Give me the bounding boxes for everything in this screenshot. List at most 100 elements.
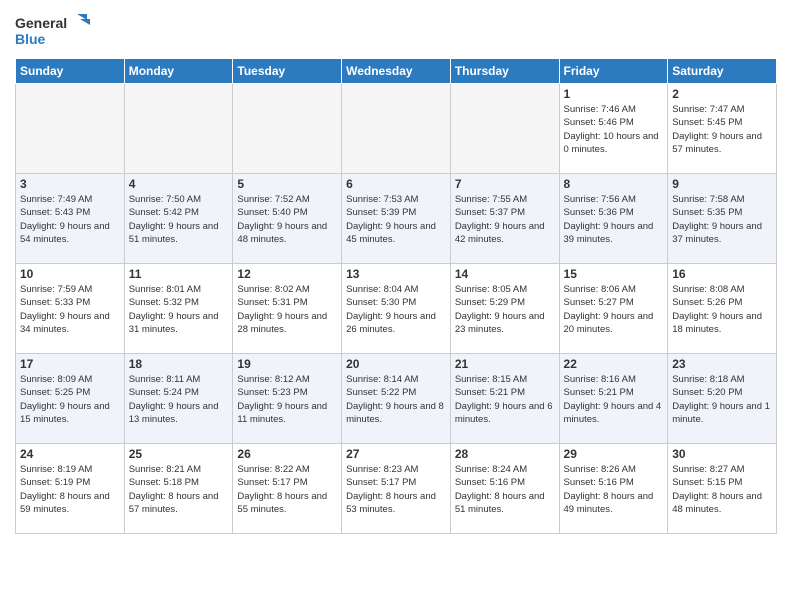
day-info: Sunrise: 8:11 AMSunset: 5:24 PMDaylight:… [129, 373, 229, 426]
calendar-cell-20: 20 Sunrise: 8:14 AMSunset: 5:22 PMDayligh… [342, 354, 451, 444]
calendar-cell-empty-0-3 [342, 84, 451, 174]
day-number: 16 [672, 267, 772, 281]
day-number: 28 [455, 447, 555, 461]
calendar-cell-6: 6 Sunrise: 7:53 AMSunset: 5:39 PMDaylight… [342, 174, 451, 264]
calendar-cell-27: 27 Sunrise: 8:23 AMSunset: 5:17 PMDayligh… [342, 444, 451, 534]
day-header-thursday: Thursday [450, 59, 559, 84]
calendar-cell-30: 30 Sunrise: 8:27 AMSunset: 5:15 PMDayligh… [668, 444, 777, 534]
day-info: Sunrise: 8:15 AMSunset: 5:21 PMDaylight:… [455, 373, 555, 426]
svg-text:Blue: Blue [15, 31, 46, 47]
day-number: 1 [564, 87, 664, 101]
calendar-cell-9: 9 Sunrise: 7:58 AMSunset: 5:35 PMDaylight… [668, 174, 777, 264]
calendar-cell-14: 14 Sunrise: 8:05 AMSunset: 5:29 PMDayligh… [450, 264, 559, 354]
day-number: 23 [672, 357, 772, 371]
week-row-3: 10Sunrise: 7:59 AMSunset: 5:33 PMDayligh… [16, 264, 777, 354]
day-info: Sunrise: 8:23 AMSunset: 5:17 PMDaylight:… [346, 463, 446, 516]
day-info: Sunrise: 7:47 AMSunset: 5:45 PMDaylight:… [672, 103, 772, 156]
calendar-cell-26: 26 Sunrise: 8:22 AMSunset: 5:17 PMDayligh… [233, 444, 342, 534]
calendar-cell-empty-0-2 [233, 84, 342, 174]
day-info: Sunrise: 8:05 AMSunset: 5:29 PMDaylight:… [455, 283, 555, 336]
day-number: 30 [672, 447, 772, 461]
week-row-1: 1 Sunrise: 7:46 AMSunset: 5:46 PMDaylight… [16, 84, 777, 174]
day-number: 7 [455, 177, 555, 191]
week-row-4: 17Sunrise: 8:09 AMSunset: 5:25 PMDayligh… [16, 354, 777, 444]
header: General Blue [15, 10, 777, 50]
day-info: Sunrise: 7:56 AMSunset: 5:36 PMDaylight:… [564, 193, 664, 246]
calendar-cell-4: 4Sunrise: 7:50 AMSunset: 5:42 PMDaylight… [124, 174, 233, 264]
calendar-cell-5: 5 Sunrise: 7:52 AMSunset: 5:40 PMDaylight… [233, 174, 342, 264]
day-info: Sunrise: 8:27 AMSunset: 5:15 PMDaylight:… [672, 463, 772, 516]
calendar-cell-29: 29Sunrise: 8:26 AMSunset: 5:16 PMDayligh… [559, 444, 668, 534]
calendar-cell-10: 10Sunrise: 7:59 AMSunset: 5:33 PMDayligh… [16, 264, 125, 354]
day-info: Sunrise: 8:21 AMSunset: 5:18 PMDaylight:… [129, 463, 229, 516]
day-info: Sunrise: 8:12 AMSunset: 5:23 PMDaylight:… [237, 373, 337, 426]
day-header-tuesday: Tuesday [233, 59, 342, 84]
day-info: Sunrise: 8:04 AMSunset: 5:30 PMDaylight:… [346, 283, 446, 336]
calendar: SundayMondayTuesdayWednesdayThursdayFrid… [15, 58, 777, 534]
day-info: Sunrise: 8:14 AMSunset: 5:22 PMDaylight:… [346, 373, 446, 426]
calendar-cell-28: 28 Sunrise: 8:24 AMSunset: 5:16 PMDayligh… [450, 444, 559, 534]
calendar-cell-16: 16Sunrise: 8:08 AMSunset: 5:26 PMDayligh… [668, 264, 777, 354]
calendar-cell-23: 23Sunrise: 8:18 AMSunset: 5:20 PMDayligh… [668, 354, 777, 444]
day-info: Sunrise: 8:01 AMSunset: 5:32 PMDaylight:… [129, 283, 229, 336]
calendar-cell-18: 18 Sunrise: 8:11 AMSunset: 5:24 PMDayligh… [124, 354, 233, 444]
day-info: Sunrise: 7:59 AMSunset: 5:33 PMDaylight:… [20, 283, 120, 336]
day-header-saturday: Saturday [668, 59, 777, 84]
calendar-cell-24: 24 Sunrise: 8:19 AMSunset: 5:19 PMDayligh… [16, 444, 125, 534]
day-number: 8 [564, 177, 664, 191]
day-info: Sunrise: 8:22 AMSunset: 5:17 PMDaylight:… [237, 463, 337, 516]
day-number: 24 [20, 447, 120, 461]
day-info: Sunrise: 8:19 AMSunset: 5:19 PMDaylight:… [20, 463, 120, 516]
page: General Blue SundayMondayTuesdayWednesda… [0, 0, 792, 544]
day-header-monday: Monday [124, 59, 233, 84]
day-number: 6 [346, 177, 446, 191]
day-number: 17 [20, 357, 120, 371]
logo-svg: General Blue [15, 10, 95, 50]
week-row-2: 3 Sunrise: 7:49 AMSunset: 5:43 PMDaylight… [16, 174, 777, 264]
calendar-cell-17: 17Sunrise: 8:09 AMSunset: 5:25 PMDayligh… [16, 354, 125, 444]
calendar-cell-22: 22 Sunrise: 8:16 AMSunset: 5:21 PMDayligh… [559, 354, 668, 444]
day-number: 13 [346, 267, 446, 281]
calendar-cell-13: 13 Sunrise: 8:04 AMSunset: 5:30 PMDayligh… [342, 264, 451, 354]
calendar-cell-11: 11 Sunrise: 8:01 AMSunset: 5:32 PMDayligh… [124, 264, 233, 354]
calendar-cell-19: 19 Sunrise: 8:12 AMSunset: 5:23 PMDayligh… [233, 354, 342, 444]
day-number: 5 [237, 177, 337, 191]
calendar-cell-2: 2 Sunrise: 7:47 AMSunset: 5:45 PMDaylight… [668, 84, 777, 174]
calendar-cell-3: 3 Sunrise: 7:49 AMSunset: 5:43 PMDaylight… [16, 174, 125, 264]
day-info: Sunrise: 8:06 AMSunset: 5:27 PMDaylight:… [564, 283, 664, 336]
day-number: 2 [672, 87, 772, 101]
svg-text:General: General [15, 15, 67, 31]
day-number: 18 [129, 357, 229, 371]
day-number: 9 [672, 177, 772, 191]
day-info: Sunrise: 8:02 AMSunset: 5:31 PMDaylight:… [237, 283, 337, 336]
calendar-cell-15: 15 Sunrise: 8:06 AMSunset: 5:27 PMDayligh… [559, 264, 668, 354]
day-info: Sunrise: 7:52 AMSunset: 5:40 PMDaylight:… [237, 193, 337, 246]
day-info: Sunrise: 7:55 AMSunset: 5:37 PMDaylight:… [455, 193, 555, 246]
day-number: 11 [129, 267, 229, 281]
day-number: 15 [564, 267, 664, 281]
day-info: Sunrise: 7:50 AMSunset: 5:42 PMDaylight:… [129, 193, 229, 246]
day-number: 26 [237, 447, 337, 461]
day-number: 14 [455, 267, 555, 281]
day-info: Sunrise: 7:53 AMSunset: 5:39 PMDaylight:… [346, 193, 446, 246]
day-header-friday: Friday [559, 59, 668, 84]
day-header-wednesday: Wednesday [342, 59, 451, 84]
calendar-header-row: SundayMondayTuesdayWednesdayThursdayFrid… [16, 59, 777, 84]
day-number: 19 [237, 357, 337, 371]
day-info: Sunrise: 8:24 AMSunset: 5:16 PMDaylight:… [455, 463, 555, 516]
calendar-cell-12: 12 Sunrise: 8:02 AMSunset: 5:31 PMDayligh… [233, 264, 342, 354]
day-info: Sunrise: 7:46 AMSunset: 5:46 PMDaylight:… [564, 103, 664, 156]
calendar-cell-empty-0-1 [124, 84, 233, 174]
calendar-cell-25: 25Sunrise: 8:21 AMSunset: 5:18 PMDayligh… [124, 444, 233, 534]
day-info: Sunrise: 7:49 AMSunset: 5:43 PMDaylight:… [20, 193, 120, 246]
week-row-5: 24 Sunrise: 8:19 AMSunset: 5:19 PMDayligh… [16, 444, 777, 534]
calendar-cell-empty-0-0 [16, 84, 125, 174]
day-number: 20 [346, 357, 446, 371]
day-number: 22 [564, 357, 664, 371]
calendar-cell-empty-0-4 [450, 84, 559, 174]
day-number: 12 [237, 267, 337, 281]
day-number: 3 [20, 177, 120, 191]
day-info: Sunrise: 7:58 AMSunset: 5:35 PMDaylight:… [672, 193, 772, 246]
day-info: Sunrise: 8:16 AMSunset: 5:21 PMDaylight:… [564, 373, 664, 426]
day-number: 27 [346, 447, 446, 461]
